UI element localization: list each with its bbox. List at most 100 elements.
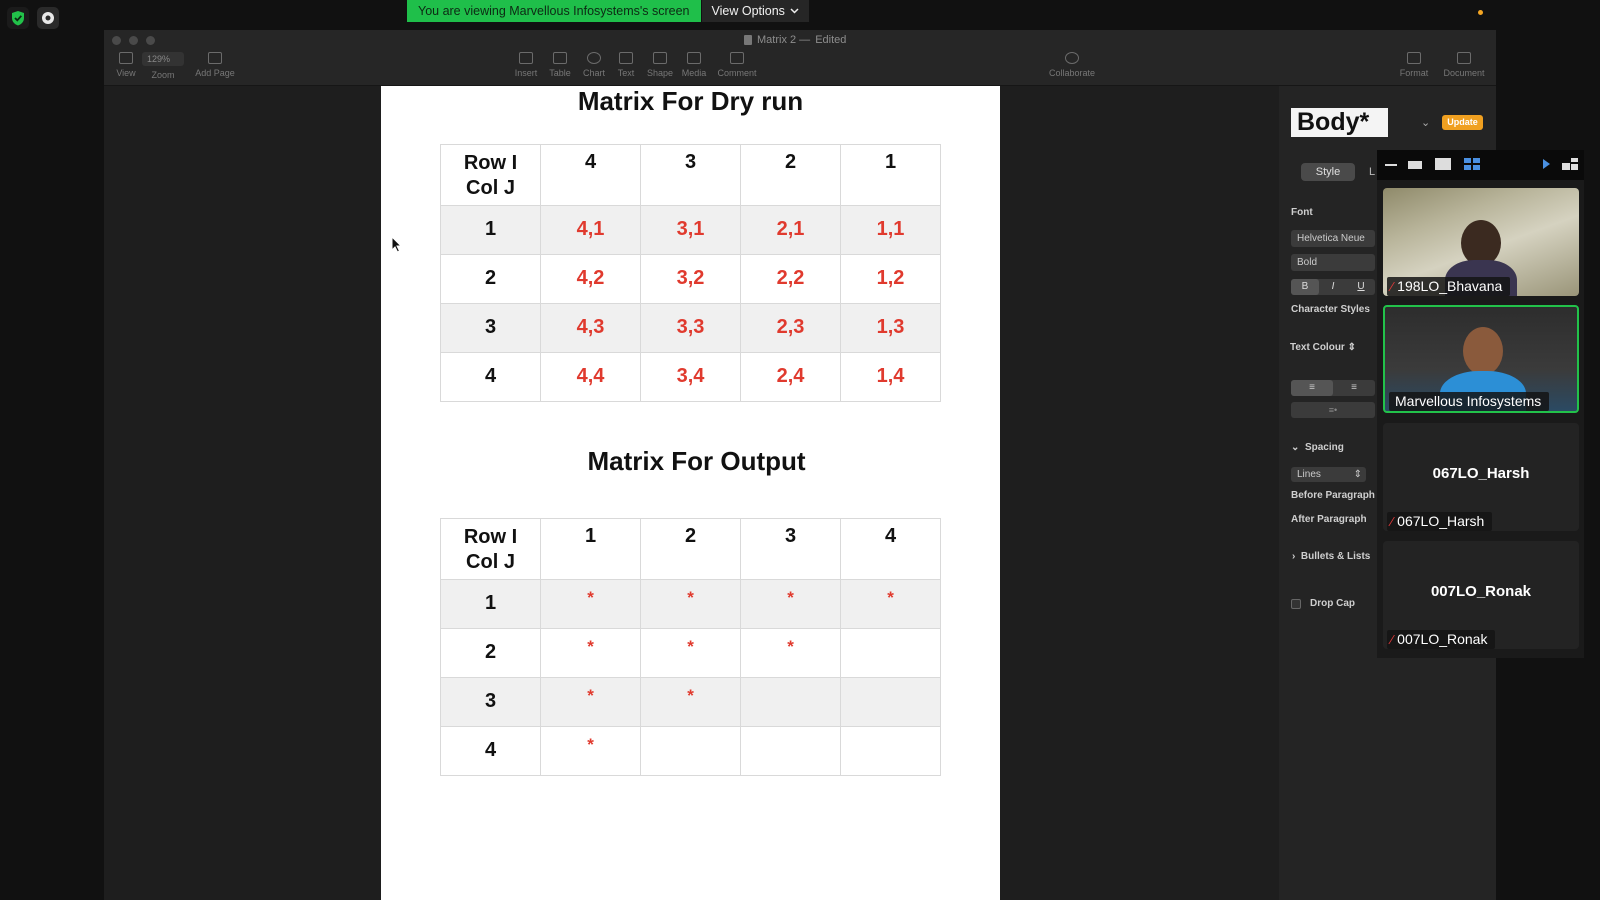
- column-header-cell[interactable]: 2: [740, 144, 841, 206]
- table-cell[interactable]: *: [640, 579, 741, 629]
- table-cell[interactable]: 4,4: [540, 352, 641, 402]
- table-cell[interactable]: *: [640, 677, 741, 727]
- table-cell[interactable]: 2,4: [740, 352, 841, 402]
- tab-layout[interactable]: L: [1369, 163, 1375, 181]
- font-family-select[interactable]: Helvetica Neue: [1291, 230, 1375, 247]
- row-header-cell[interactable]: 4: [440, 352, 541, 402]
- participants-panel: ∕ 198LO_Bhavana Marvellous Infosystems 0…: [1377, 150, 1584, 658]
- column-header-cell[interactable]: 4: [840, 518, 941, 580]
- single-view-icon[interactable]: [1435, 158, 1451, 170]
- row-col-header-cell[interactable]: Row I Col J: [440, 144, 541, 206]
- table-cell[interactable]: 3,1: [640, 205, 741, 255]
- align-center-icon[interactable]: ≡: [1333, 380, 1375, 396]
- drop-cap-checkbox[interactable]: [1291, 599, 1301, 609]
- participant-name-tile[interactable]: 007LO_Ronak ∕ 007LO_Ronak: [1383, 541, 1579, 649]
- column-header-cell[interactable]: 2: [640, 518, 741, 580]
- view-options-button[interactable]: View Options: [701, 0, 809, 22]
- italic-button[interactable]: I: [1319, 279, 1347, 295]
- table-cell[interactable]: 1,3: [840, 303, 941, 353]
- character-styles-label[interactable]: Character Styles: [1291, 304, 1370, 315]
- row-header-cell[interactable]: 2: [440, 254, 541, 304]
- table-cell[interactable]: *: [840, 579, 941, 629]
- toolbar-comment[interactable]: Comment: [715, 52, 759, 78]
- row-col-header-cell[interactable]: Row I Col J: [440, 518, 541, 580]
- speaker-view-icon[interactable]: [1408, 161, 1422, 169]
- zoom-select[interactable]: 129%: [142, 52, 184, 66]
- row-header-cell[interactable]: 3: [440, 303, 541, 353]
- document-page[interactable]: Matrix For Dry run Row I Col J 4 3 2 1 1 …: [381, 86, 1000, 900]
- row-header-cell[interactable]: 1: [440, 579, 541, 629]
- active-speaker-video-tile[interactable]: Marvellous Infosystems: [1383, 305, 1579, 413]
- participant-video-tile[interactable]: ∕ 198LO_Bhavana: [1383, 188, 1579, 296]
- row-header-cell[interactable]: 3: [440, 677, 541, 727]
- dry-run-table[interactable]: Row I Col J 4 3 2 1 1 4,1 3,1 2,1 1,1 2 4…: [440, 144, 941, 402]
- table-cell[interactable]: *: [740, 579, 841, 629]
- gallery-view-icon[interactable]: [1464, 158, 1480, 170]
- participant-name-tile[interactable]: 067LO_Harsh ∕ 067LO_Harsh: [1383, 423, 1579, 531]
- font-weight-select[interactable]: Bold: [1291, 254, 1375, 271]
- tab-style[interactable]: Style: [1301, 163, 1355, 181]
- table-cell[interactable]: 1,1: [840, 205, 941, 255]
- indent-buttons[interactable]: ≡•: [1291, 402, 1375, 418]
- row-header-cell[interactable]: 2: [440, 628, 541, 678]
- table-cell[interactable]: 2,3: [740, 303, 841, 353]
- style-chevron-icon[interactable]: ⌄: [1421, 116, 1430, 129]
- edited-label[interactable]: Edited: [815, 34, 846, 46]
- table-cell[interactable]: 2,2: [740, 254, 841, 304]
- table-cell[interactable]: 2,1: [740, 205, 841, 255]
- table-cell[interactable]: 4,3: [540, 303, 641, 353]
- align-left-icon[interactable]: ≡: [1291, 380, 1333, 396]
- column-header-cell[interactable]: 3: [640, 144, 741, 206]
- toolbar-format[interactable]: Format: [1392, 52, 1436, 78]
- recording-icon[interactable]: [37, 7, 59, 29]
- minimize-window-button[interactable]: [129, 36, 138, 45]
- underline-button[interactable]: U: [1347, 279, 1375, 295]
- next-page-icon[interactable]: [1543, 159, 1550, 169]
- spacing-section[interactable]: ⌄ Spacing: [1291, 442, 1344, 453]
- table-cell[interactable]: *: [540, 579, 641, 629]
- table-cell[interactable]: 1,4: [840, 352, 941, 402]
- maximize-window-button[interactable]: [146, 36, 155, 45]
- table-cell[interactable]: 3,2: [640, 254, 741, 304]
- toolbar-add-page[interactable]: Add Page: [193, 52, 237, 78]
- minimize-icon[interactable]: [1385, 164, 1397, 167]
- table-cell[interactable]: *: [540, 726, 641, 776]
- row-header-cell[interactable]: 4: [440, 726, 541, 776]
- table-cell[interactable]: 4,1: [540, 205, 641, 255]
- column-header-cell[interactable]: 1: [840, 144, 941, 206]
- update-style-button[interactable]: Update: [1442, 115, 1483, 130]
- table-cell[interactable]: *: [540, 628, 641, 678]
- toolbar-zoom[interactable]: Zoom: [141, 70, 185, 80]
- table-cell[interactable]: 3,4: [640, 352, 741, 402]
- layout-toggle-icon[interactable]: [1562, 158, 1578, 170]
- table-cell[interactable]: [740, 677, 841, 727]
- toolbar-document[interactable]: Document: [1442, 52, 1486, 78]
- table-cell[interactable]: [840, 726, 941, 776]
- participant-display-name: 007LO_Ronak: [1430, 583, 1532, 600]
- close-window-button[interactable]: [112, 36, 121, 45]
- column-header-cell[interactable]: 1: [540, 518, 641, 580]
- toolbar-collaborate[interactable]: Collaborate: [1042, 52, 1102, 78]
- column-header-cell[interactable]: 3: [740, 518, 841, 580]
- table-cell[interactable]: *: [540, 677, 641, 727]
- table-cell[interactable]: 1,2: [840, 254, 941, 304]
- bullets-lists-section[interactable]: › Bullets & Lists: [1292, 551, 1370, 562]
- table-cell[interactable]: *: [740, 628, 841, 678]
- document-name: Matrix 2 —: [757, 34, 811, 46]
- table-cell[interactable]: *: [640, 628, 741, 678]
- paragraph-style-name[interactable]: Body*: [1291, 108, 1388, 137]
- table-cell[interactable]: [840, 628, 941, 678]
- output-table[interactable]: Row I Col J 1 2 3 4 1 * * * * 2 * * * 3 …: [440, 518, 941, 776]
- line-spacing-select[interactable]: Lines ⇕: [1291, 467, 1366, 482]
- table-cell[interactable]: [840, 677, 941, 727]
- table-cell[interactable]: [740, 726, 841, 776]
- security-shield-icon[interactable]: [7, 7, 29, 29]
- table-cell[interactable]: 3,3: [640, 303, 741, 353]
- toolbar-media[interactable]: Media: [672, 52, 716, 78]
- table-cell[interactable]: 4,2: [540, 254, 641, 304]
- row-header-cell[interactable]: 1: [440, 205, 541, 255]
- text-colour-label[interactable]: Text Colour ⇕: [1290, 342, 1356, 353]
- table-cell[interactable]: [640, 726, 741, 776]
- column-header-cell[interactable]: 4: [540, 144, 641, 206]
- bold-button[interactable]: B: [1291, 279, 1319, 295]
